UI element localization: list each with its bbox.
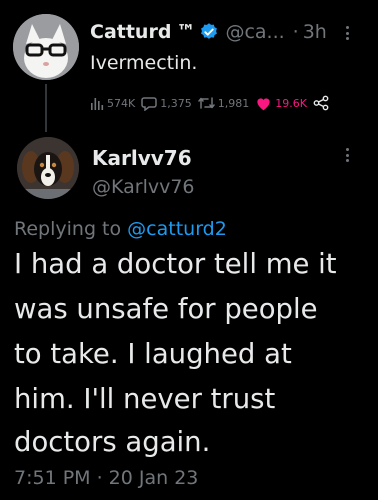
share-action[interactable] [313,95,332,111]
tweet-body-line-1: I had a doctor tell me it [14,248,337,280]
bar-chart-icon [91,98,104,110]
tweet-body-line-3: to take. I laughed at [14,338,292,370]
main-handle[interactable]: @Karlvv76 [92,176,195,198]
parent-tweet-text: Ivermectin. [90,52,198,74]
retweet-icon [197,97,215,109]
parent-time-ago[interactable]: 3h [303,21,327,43]
parent-handle[interactable]: @ca... [225,21,284,43]
parent-avatar[interactable] [13,14,79,80]
heart-filled-icon [257,97,270,110]
reply-action[interactable]: 1,375 [141,95,192,111]
replying-to-line: Replying to @catturd2 [14,218,227,240]
reply-count: 1,375 [160,96,192,110]
parent-action-bar: 574K 1,375 1,981 19.6K [90,92,378,114]
tweet-body-line-2: was unsafe for people [14,293,318,325]
tweet-timestamp[interactable]: 7:51 PM · 20 Jan 23 [14,467,198,489]
speech-bubble-icon [141,97,157,111]
parent-header: Catturd ™ @ca... · 3h [90,18,370,46]
verified-badge-icon [201,23,218,39]
thread-connector-line [45,84,47,132]
tweet-body-line-4: him. I'll never trust [14,383,276,415]
views-count: 574K [107,96,136,110]
parent-more-icon[interactable] [340,26,354,40]
like-count: 19.6K [275,96,307,110]
like-action[interactable]: 19.6K [255,96,307,111]
share-nodes-icon [313,95,329,111]
retweet-count: 1,981 [217,96,250,110]
replying-mention-link[interactable]: @catturd2 [127,218,227,240]
trademark-symbol: ™ [176,21,196,43]
retweet-action[interactable]: 1,981 [197,96,250,110]
dog-avatar-image [17,137,79,199]
header-separator: · [292,21,299,43]
main-display-name[interactable]: Karlvv76 [92,146,192,170]
replying-prefix: Replying to [14,218,122,240]
cat-avatar-image [13,14,79,80]
tweet-body-line-5: doctors again. [14,426,211,458]
main-avatar[interactable] [17,137,79,199]
parent-display-name[interactable]: Catturd [90,21,171,43]
views-action[interactable]: 574K [90,96,135,110]
main-more-icon[interactable] [340,148,354,162]
